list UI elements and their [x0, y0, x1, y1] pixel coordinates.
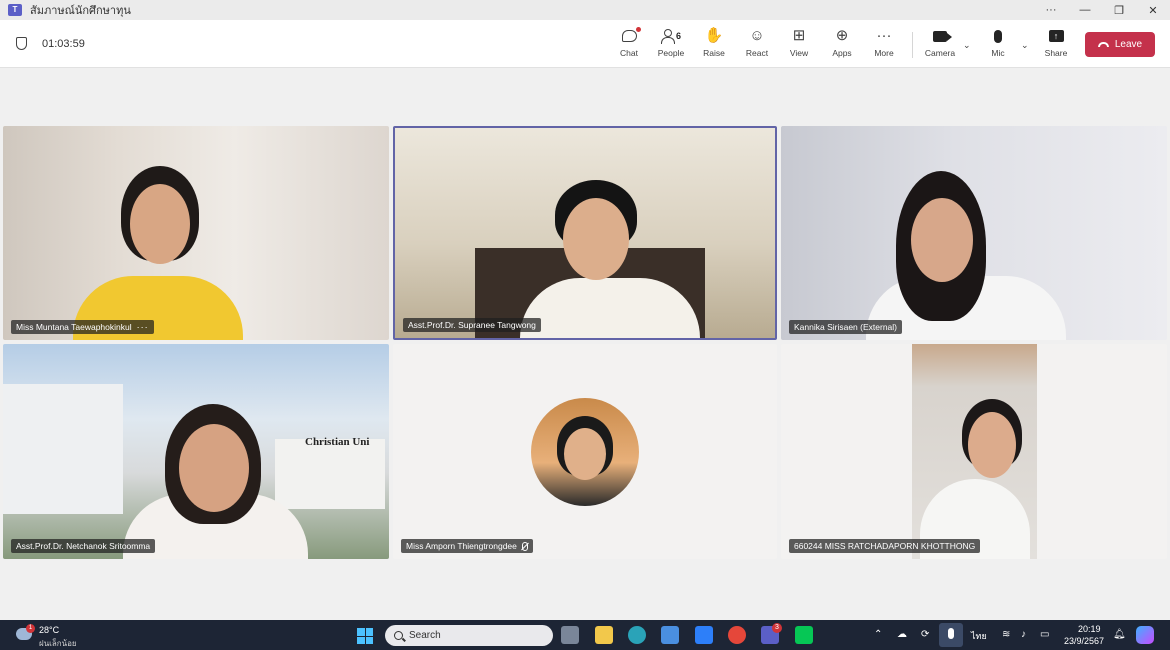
mic-muted-icon [521, 541, 528, 551]
edge-browser-icon[interactable] [628, 626, 646, 644]
video-tile[interactable]: Miss Muntana Taewaphokinkul ··· [3, 126, 389, 340]
weather-temperature[interactable]: 28°C [39, 625, 59, 635]
dropbox-icon[interactable] [695, 626, 713, 644]
video-tile[interactable]: Christian Uni Asst.Prof.Dr. Netchanok Sr… [3, 344, 389, 559]
camera-icon [933, 30, 952, 42]
raise-hand-button[interactable]: ✋ Raise [694, 26, 734, 64]
leave-button[interactable]: Leave [1085, 32, 1155, 57]
participant-name-tag: Miss Muntana Taewaphokinkul ··· [11, 320, 154, 334]
clock-time[interactable]: 20:19 [1078, 624, 1101, 634]
building [3, 384, 123, 514]
participant-name-tag: Kannika Sirisaen (External) [789, 320, 902, 334]
task-view-icon[interactable] [561, 626, 579, 644]
video-tile-camera-off[interactable]: Miss Amporn Thiengtrongdee [393, 344, 777, 559]
copilot-icon[interactable] [1136, 626, 1154, 644]
mic-options-chevron-icon[interactable]: ⌄ [1021, 40, 1029, 51]
react-button[interactable]: ☺ React [737, 26, 777, 64]
participant-avatar [531, 398, 639, 506]
chat-button[interactable]: Chat [609, 26, 649, 64]
windows-taskbar: 1 28°C ฝนเล็กน้อย Search 3 ⌃ ☁ ⟳ ไทย ≋ ♪… [0, 620, 1170, 650]
notification-bell-icon[interactable]: 🔔︎ [1113, 629, 1126, 640]
close-button[interactable]: ✕ [1136, 0, 1170, 20]
taskbar-search[interactable]: Search [385, 625, 553, 646]
microphone-in-use-icon[interactable] [939, 623, 963, 647]
teams-notification-badge: 3 [772, 623, 782, 633]
people-button[interactable]: 6 People [651, 26, 691, 64]
more-options-icon[interactable]: ··· [137, 322, 149, 332]
share-icon: ↑ [1048, 30, 1064, 42]
weather-badge: 1 [26, 624, 35, 633]
search-icon [394, 631, 403, 640]
chat-icon [621, 30, 637, 42]
title-bar: T สัมภาษณ์นักศึกษาทุน ··· — ❐ ✕ [0, 0, 1170, 20]
file-explorer-icon[interactable] [595, 626, 613, 644]
meeting-toolbar: 01:03:59 Chat 6 People ✋ Raise ☺ React ⊞… [0, 20, 1170, 68]
window-controls: ··· — ❐ ✕ [1034, 0, 1170, 20]
video-tile[interactable]: Kannika Sirisaen (External) [781, 126, 1167, 340]
meeting-timer: 01:03:59 [42, 38, 85, 50]
participant-video [912, 344, 1037, 559]
input-language[interactable]: ไทย [971, 629, 987, 643]
participant-name-tag: Asst.Prof.Dr. Netchanok Sritoomma [11, 539, 156, 553]
hand-icon: ✋ [704, 27, 724, 44]
people-count: 6 [675, 31, 681, 41]
participant-body [520, 278, 700, 338]
plus-icon: ⊕ [835, 27, 849, 44]
smiley-icon: ☺ [749, 27, 765, 44]
search-placeholder: Search [409, 630, 441, 641]
cloud-icon[interactable]: ☁ [897, 629, 907, 640]
apps-button[interactable]: ⊕ Apps [822, 26, 862, 64]
participant-face [130, 184, 190, 264]
grid-view-icon: ⊞ [792, 27, 806, 44]
mic-button[interactable]: Mic [978, 26, 1018, 64]
more-button[interactable]: ··· More [864, 26, 904, 64]
window-title: สัมภาษณ์นักศึกษาทุน [30, 5, 131, 17]
participant-name-tag: 660244 MISS RATCHADAPORN KHOTTHONG [789, 539, 981, 553]
camera-button[interactable]: Camera [920, 26, 960, 64]
clock-date[interactable]: 23/9/2567 [1064, 636, 1104, 646]
participant-face [911, 198, 973, 282]
mail-icon[interactable] [661, 626, 679, 644]
leave-label: Leave [1114, 39, 1143, 50]
line-app-icon[interactable] [795, 626, 813, 644]
weather-description[interactable]: ฝนเล็กน้อย [39, 637, 77, 650]
start-button[interactable] [357, 628, 373, 644]
shield-icon [16, 37, 27, 50]
toolbar-divider [912, 32, 913, 58]
volume-icon[interactable]: ♪ [1021, 629, 1026, 640]
battery-icon[interactable]: ▭ [1040, 629, 1049, 640]
teams-logo-icon: T [8, 4, 22, 16]
restore-button[interactable]: ❐ [1102, 0, 1136, 20]
chrome-icon[interactable] [728, 626, 746, 644]
view-button[interactable]: ⊞ View [779, 26, 819, 64]
participant-name-tag: Miss Amporn Thiengtrongdee [401, 539, 533, 553]
share-button[interactable]: ↑ Share [1036, 26, 1076, 64]
wifi-icon[interactable]: ≋ [1002, 629, 1010, 640]
camera-options-chevron-icon[interactable]: ⌄ [963, 40, 971, 51]
video-tile[interactable]: 660244 MISS RATCHADAPORN KHOTTHONG [781, 344, 1167, 559]
building-sign: Christian Uni [305, 436, 370, 448]
participant-name-tag: Asst.Prof.Dr. Supranee Tangwong [403, 318, 541, 332]
participant-face [563, 198, 629, 280]
notification-dot [635, 27, 641, 32]
phone-hangup-icon [1097, 42, 1109, 47]
video-tile-active-speaker[interactable]: Asst.Prof.Dr. Supranee Tangwong [393, 126, 777, 340]
people-icon [660, 29, 675, 44]
more-dots-icon: ··· [876, 27, 892, 44]
sync-icon[interactable]: ⟳ [921, 629, 929, 640]
building [275, 439, 385, 509]
window-more-button[interactable]: ··· [1034, 0, 1068, 20]
show-hidden-icons-chevron-icon[interactable]: ⌃ [874, 629, 882, 640]
mic-icon [994, 29, 1002, 43]
participant-face [179, 424, 249, 512]
minimize-button[interactable]: — [1068, 0, 1102, 20]
